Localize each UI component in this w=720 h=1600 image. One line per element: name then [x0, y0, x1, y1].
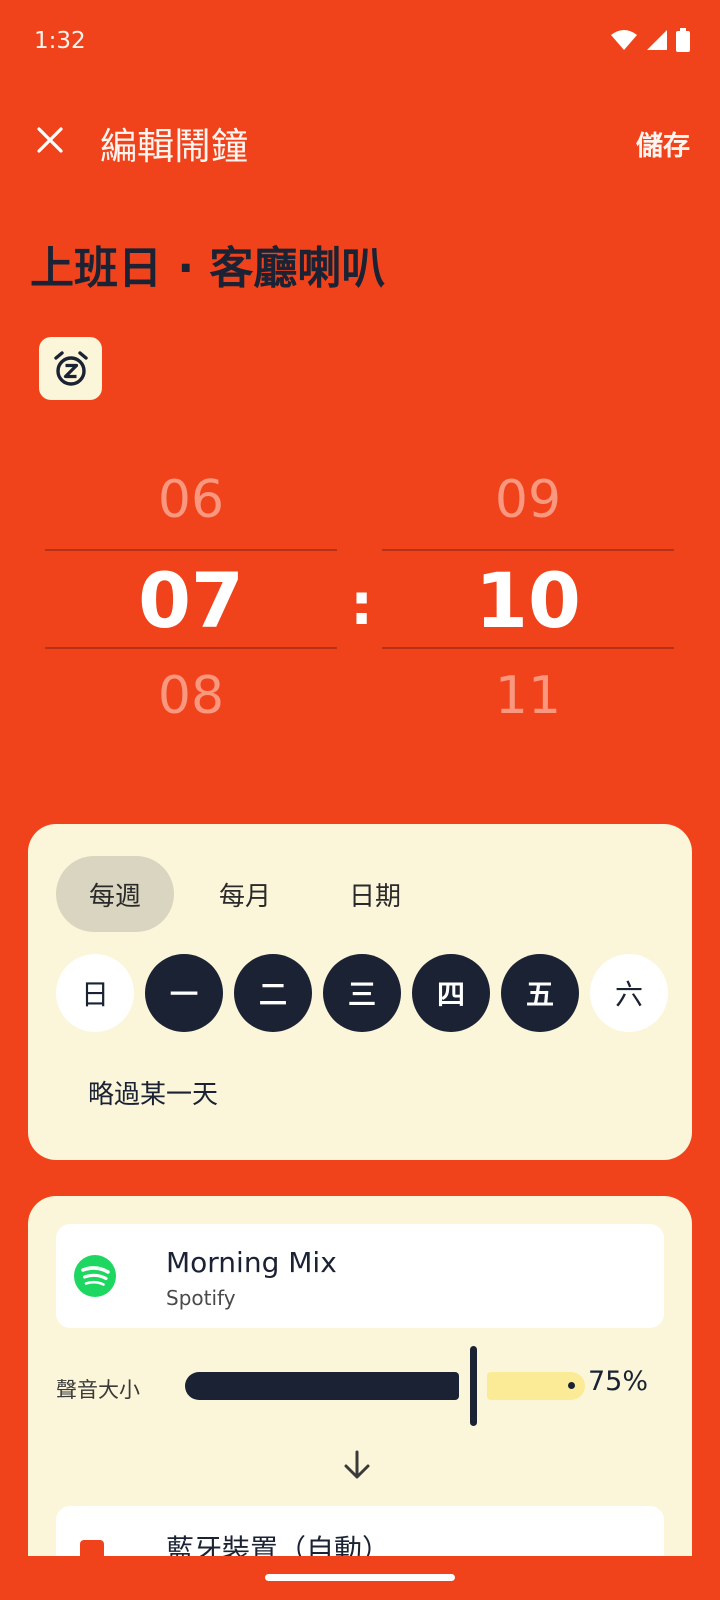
- day-friday[interactable]: 五: [501, 954, 579, 1032]
- weekday-selector: 日 一 二 三 四 五 六: [56, 954, 668, 1032]
- media-source: Spotify: [166, 1286, 236, 1310]
- arrow-down-icon: [344, 1450, 370, 1479]
- time-separator: :: [350, 570, 374, 638]
- divider: [45, 549, 337, 551]
- snooze-alarm-icon: [53, 350, 88, 386]
- skip-day-button[interactable]: 略過某一天: [88, 1074, 218, 1111]
- save-button[interactable]: 儲存: [636, 124, 690, 163]
- media-title: Morning Mix: [166, 1246, 337, 1279]
- divider: [382, 647, 674, 649]
- media-source-row[interactable]: Morning Mix Spotify: [56, 1224, 664, 1328]
- tab-weekly[interactable]: 每週: [56, 856, 174, 932]
- day-thursday[interactable]: 四: [412, 954, 490, 1032]
- hour-next[interactable]: 08: [45, 666, 337, 726]
- hour-selected[interactable]: 07: [45, 556, 337, 645]
- status-bar: 1:32: [0, 0, 720, 88]
- volume-value: 75%: [588, 1366, 649, 1397]
- time-picker: 06 07 08 : 09 10 11: [0, 460, 720, 740]
- day-sunday[interactable]: 日: [56, 954, 134, 1032]
- day-saturday[interactable]: 六: [590, 954, 668, 1032]
- volume-label: 聲音大小: [56, 1378, 140, 1402]
- minute-selected[interactable]: 10: [382, 556, 674, 645]
- minute-prev[interactable]: 09: [382, 470, 674, 530]
- day-wednesday[interactable]: 三: [323, 954, 401, 1032]
- volume-handle[interactable]: [470, 1346, 477, 1426]
- alarm-type-chip[interactable]: [39, 337, 102, 400]
- minute-wheel[interactable]: 09 10 11: [382, 460, 674, 740]
- day-tuesday[interactable]: 二: [234, 954, 312, 1032]
- signal-icon: [647, 30, 667, 50]
- hour-wheel[interactable]: 06 07 08: [45, 460, 337, 740]
- status-time: 1:32: [34, 28, 86, 54]
- close-button[interactable]: [28, 118, 72, 162]
- close-icon: [37, 127, 63, 153]
- top-app-bar: 編輯鬧鐘 儲存: [0, 100, 720, 184]
- alarm-name[interactable]: 上班日 · 客廳喇叭: [30, 232, 385, 296]
- minute-next[interactable]: 11: [382, 666, 674, 726]
- spotify-icon: [74, 1255, 116, 1297]
- repeat-card: 每週 每月 日期 日 一 二 三 四 五 六 略過某一天: [28, 824, 692, 1160]
- battery-icon: [676, 28, 690, 52]
- tab-date[interactable]: 日期: [316, 856, 434, 932]
- divider: [45, 647, 337, 649]
- wifi-icon: [611, 30, 637, 50]
- hour-prev[interactable]: 06: [45, 470, 337, 530]
- volume-stop-dot: [568, 1382, 575, 1389]
- volume-slider[interactable]: [185, 1346, 585, 1426]
- volume-fill: [185, 1372, 459, 1400]
- day-monday[interactable]: 一: [145, 954, 223, 1032]
- home-gesture-handle[interactable]: [265, 1574, 455, 1581]
- status-icons: [610, 28, 690, 52]
- navigation-bar: [0, 1556, 720, 1600]
- sound-card: Morning Mix Spotify 聲音大小 75% 藍牙裝置（自動）: [28, 1196, 692, 1600]
- repeat-tabs: 每週 每月 日期: [56, 856, 434, 932]
- tab-monthly[interactable]: 每月: [186, 856, 304, 932]
- divider: [382, 549, 674, 551]
- volume-remaining: [487, 1372, 585, 1400]
- page-title: 編輯鬧鐘: [100, 125, 248, 168]
